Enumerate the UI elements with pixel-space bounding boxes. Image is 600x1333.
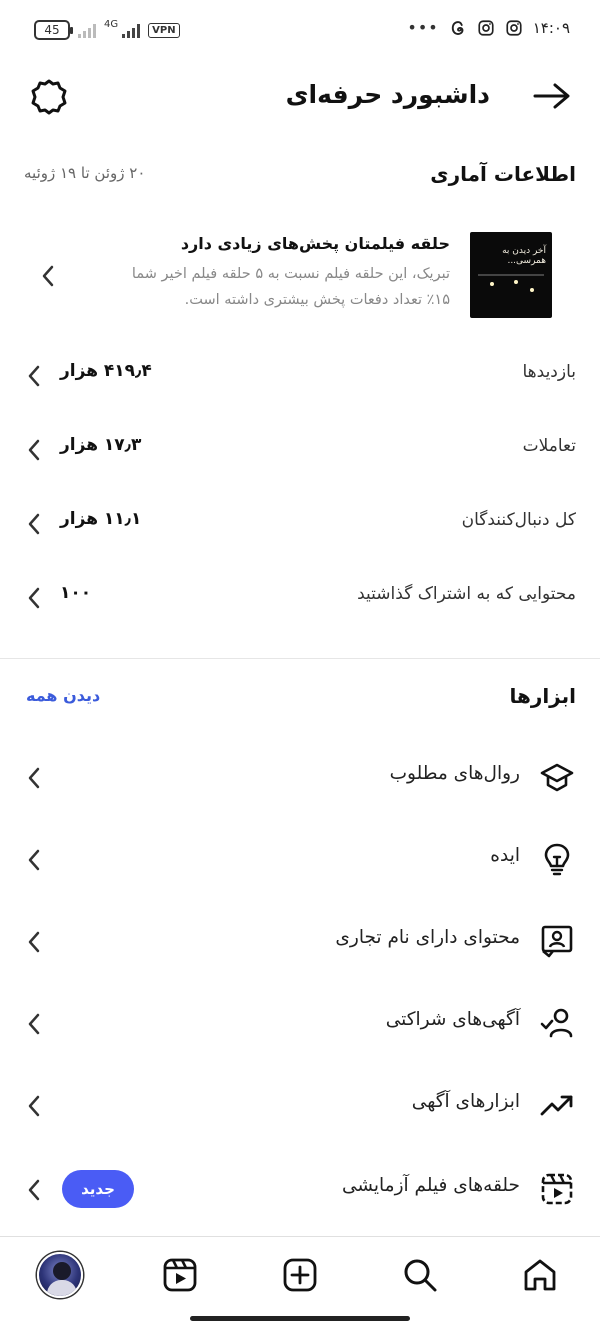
home-indicator [190, 1316, 410, 1321]
reels-tab[interactable] [156, 1251, 204, 1299]
tool-row-trial-reels[interactable]: حلقه‌های فیلم آزمایشی جدید [24, 1166, 576, 1214]
chevron-left-icon [28, 1179, 40, 1201]
avatar [37, 1252, 83, 1298]
status-left: 45 4G VPN [34, 18, 180, 40]
status-right: ••• ۱۴:۰۹ [407, 18, 570, 37]
chevron-left-icon[interactable] [40, 264, 56, 288]
new-badge: جدید [62, 1170, 134, 1208]
stat-row-content-shared[interactable]: محتوایی که به اشتراک گذاشتید ۱۰۰ [24, 576, 576, 616]
reel-text: حلقه فیلمتان پخش‌های زیادی دارد تبریک، ا… [120, 234, 450, 313]
trending-up-icon [538, 1086, 576, 1124]
stat-label: بازدیدها [522, 362, 577, 382]
create-tab[interactable] [276, 1251, 324, 1299]
lightbulb-icon [538, 840, 576, 878]
arrow-right-icon [533, 83, 570, 109]
reel-title: حلقه فیلمتان پخش‌های زیادی دارد [180, 234, 450, 253]
status-bar: 45 4G VPN ••• ۱۴:۰۹ [0, 0, 600, 62]
signal-icon [122, 22, 141, 38]
tool-label: محتوای دارای نام تجاری [335, 927, 520, 948]
insights-title: اطلاعات آماری [430, 162, 576, 186]
trial-reels-icon [538, 1170, 576, 1208]
settings-button[interactable] [28, 76, 70, 118]
tool-row-ad-tools[interactable]: ابزارهای آگهی [24, 1082, 576, 1130]
chevron-left-icon [28, 767, 40, 789]
stat-label: کل دنبال‌کنندگان [461, 510, 576, 530]
page-title: داشبورد حرفه‌ای [285, 80, 490, 109]
tool-row-ideas[interactable]: ایده [24, 836, 576, 884]
stat-row-followers[interactable]: کل دنبال‌کنندگان ۱۱٫۱ هزار [24, 502, 576, 542]
chevron-left-icon [28, 513, 40, 535]
tool-label: روال‌های مطلوب [389, 763, 520, 784]
reel-thumbnail: آخر دیدن به همرسی... [470, 232, 552, 318]
gear-icon [31, 79, 67, 115]
insights-header: اطلاعات آماری ۲۰ ژوئن تا ۱۹ ژوئیه [24, 160, 576, 196]
branded-content-icon [538, 922, 576, 960]
chevron-left-icon [28, 931, 40, 953]
see-all-link[interactable]: دیدن همه [26, 686, 100, 705]
stat-label: تعاملات [522, 436, 576, 456]
reel-highlight-card[interactable]: آخر دیدن به همرسی... حلقه فیلمتان پخش‌ها… [24, 230, 552, 320]
tool-row-best-practices[interactable]: روال‌های مطلوب [24, 754, 576, 802]
chevron-left-icon [28, 1095, 40, 1117]
tool-row-partnership-ads[interactable]: آگهی‌های شراکتی [24, 1000, 576, 1048]
search-tab[interactable] [396, 1251, 444, 1299]
reels-icon [163, 1258, 197, 1292]
profile-tab[interactable] [36, 1251, 84, 1299]
instagram-icon [506, 19, 522, 36]
stat-value: ۱۱٫۱ هزار [60, 509, 142, 529]
section-divider [0, 658, 600, 659]
tool-label: ایده [490, 845, 520, 866]
header: داشبورد حرفه‌ای [0, 66, 600, 126]
clock: ۱۴:۰۹ [532, 18, 570, 37]
stat-label: محتوایی که به اشتراک گذاشتید [357, 584, 576, 604]
threads-icon [451, 20, 464, 35]
tool-label: حلقه‌های فیلم آزمایشی [341, 1175, 520, 1196]
stat-value: ۱۷٫۳ هزار [60, 435, 142, 455]
chevron-left-icon [28, 849, 40, 871]
signal-icon [78, 22, 96, 38]
stat-row-views[interactable]: بازدیدها ۴۱۹٫۴ هزار [24, 354, 576, 394]
tools-title: ابزارها [509, 684, 576, 708]
date-range[interactable]: ۲۰ ژوئن تا ۱۹ ژوئیه [24, 164, 145, 182]
network-type: 4G [104, 18, 119, 30]
reel-description: تبریک، این حلقه فیلم نسبت به ۵ حلقه فیلم… [131, 266, 450, 308]
tools-header: ابزارها دیدن همه [24, 682, 576, 718]
chevron-left-icon [28, 439, 40, 461]
plus-square-icon [283, 1258, 317, 1292]
stat-row-interactions[interactable]: تعاملات ۱۷٫۳ هزار [24, 428, 576, 468]
tool-label: آگهی‌های شراکتی [385, 1009, 520, 1030]
more-notifications-icon: ••• [407, 18, 439, 37]
back-button[interactable] [530, 76, 574, 116]
tool-row-branded-content[interactable]: محتوای دارای نام تجاری [24, 918, 576, 966]
stat-value: ۱۰۰ [60, 583, 92, 603]
vpn-badge: VPN [148, 22, 180, 38]
battery-indicator: 45 [34, 20, 73, 40]
instagram-icon [478, 19, 494, 36]
home-icon [524, 1259, 556, 1291]
chevron-left-icon [28, 365, 40, 387]
chevron-left-icon [28, 587, 40, 609]
partnership-ads-icon [538, 1004, 576, 1042]
stat-value: ۴۱۹٫۴ هزار [60, 361, 152, 381]
chevron-left-icon [28, 1013, 40, 1035]
tool-label: ابزارهای آگهی [411, 1091, 520, 1112]
reel-thumbnail-text: آخر دیدن به همرسی... [502, 246, 546, 266]
search-icon [404, 1259, 437, 1292]
home-tab[interactable] [516, 1251, 564, 1299]
graduation-cap-icon [538, 758, 576, 796]
